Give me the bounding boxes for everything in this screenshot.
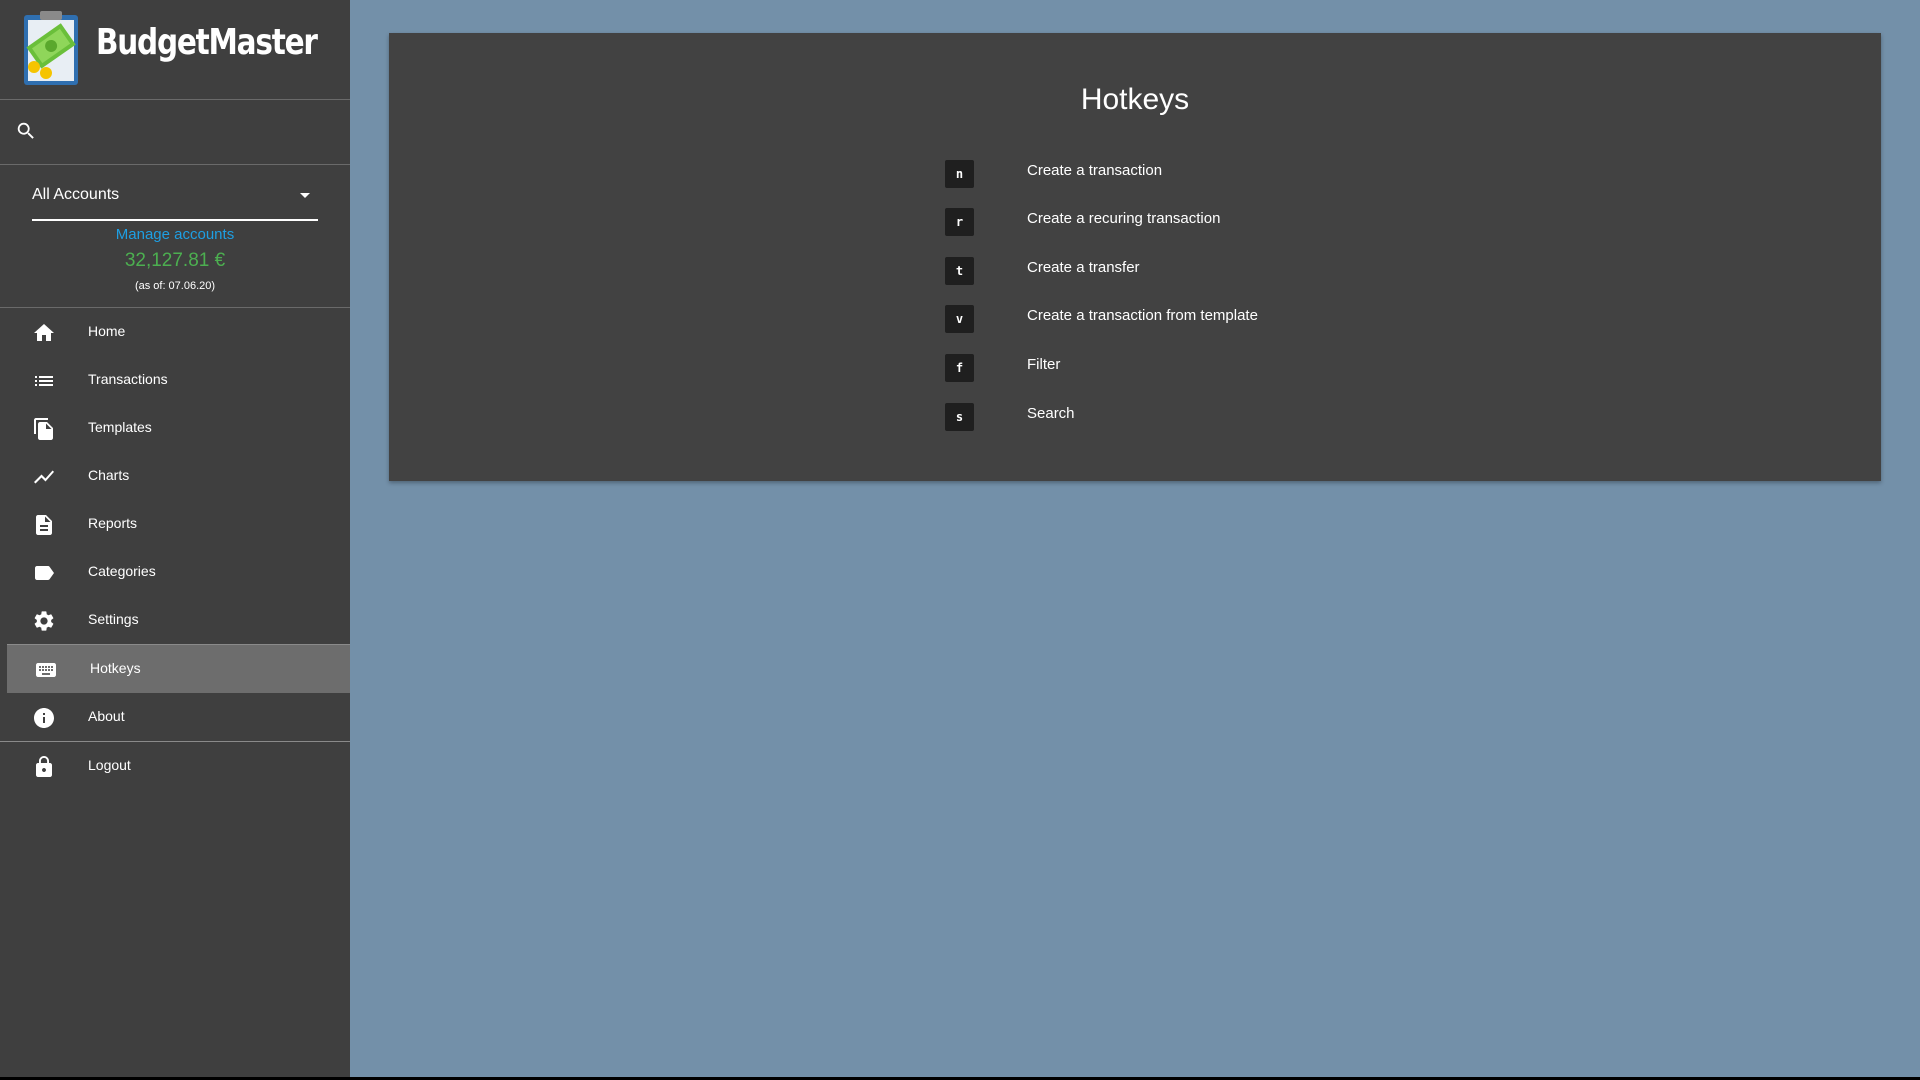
hotkey-key: r (945, 208, 974, 236)
sidebar-item-label: Reports (88, 515, 138, 531)
sidebar-item-transactions[interactable]: Transactions (0, 356, 350, 404)
account-select-value: All Accounts (32, 186, 120, 203)
hotkey-key: v (945, 305, 974, 333)
sidebar-item-label: Hotkeys (90, 660, 141, 676)
account-balance: 32,127.81 € (124, 250, 226, 271)
gear-icon (34, 611, 54, 631)
keyboard-icon (36, 663, 56, 677)
manage-accounts-link[interactable]: Manage accounts (0, 226, 350, 243)
hotkeys-card: Hotkeys n Create a transaction r Create … (389, 33, 1881, 481)
hotkey-key: t (945, 257, 974, 285)
hotkey-description: Filter (1027, 356, 1061, 373)
search-bar (0, 100, 350, 165)
sidebar: BudgetMaster All Accounts Manage account… (0, 0, 350, 1077)
info-icon (34, 708, 54, 728)
hotkey-description: Search (1027, 405, 1075, 422)
page-title: Hotkeys (1080, 83, 1190, 116)
lock-icon (36, 756, 52, 777)
hotkey-description: Create a transfer (1027, 259, 1140, 276)
caret-down-icon (300, 193, 310, 198)
sidebar-item-label: About (88, 708, 125, 724)
sidebar-item-label: Charts (88, 467, 130, 483)
sidebar-item-label: Home (88, 323, 126, 339)
sidebar-item-settings[interactable]: Settings (0, 596, 350, 644)
app-name: BudgetMaster (96, 22, 318, 63)
hotkey-row: f Filter (945, 354, 1545, 384)
balance-date: (as of: 07.06.20) (134, 280, 216, 292)
sidebar-item-about[interactable]: About (0, 693, 350, 741)
sidebar-item-label: Templates (88, 419, 152, 435)
sidebar-item-label: Categories (88, 563, 156, 579)
hotkey-row: r Create a recuring transaction (945, 208, 1545, 238)
sidebar-item-label: Transactions (88, 371, 168, 387)
sidebar-nav: Home Transactions Templates Charts Repor… (0, 308, 350, 790)
hotkey-description: Create a transaction (1027, 162, 1163, 179)
hotkey-row: t Create a transfer (945, 257, 1545, 287)
budgetmaster-logo-icon (24, 11, 78, 85)
sidebar-item-templates[interactable]: Templates (0, 404, 350, 452)
sidebar-item-logout[interactable]: Logout (0, 742, 350, 790)
label-icon (35, 566, 54, 580)
hotkey-row: n Create a transaction (945, 160, 1545, 190)
hotkey-description: Create a transaction from template (1027, 307, 1258, 324)
hotkey-key: f (945, 354, 974, 382)
home-icon (34, 324, 54, 341)
search-icon (17, 122, 34, 139)
sidebar-item-home[interactable]: Home (0, 308, 350, 356)
hotkey-row: v Create a transaction from template (945, 305, 1545, 335)
logo-area: BudgetMaster (0, 0, 350, 100)
chart-line-icon (34, 470, 54, 484)
hotkey-row: s Search (945, 403, 1545, 433)
app-window: BudgetMaster All Accounts Manage account… (0, 0, 1920, 1077)
copy-icon (34, 418, 53, 440)
account-select[interactable]: All Accounts (32, 183, 318, 221)
account-panel: All Accounts Manage accounts 32,127.81 €… (0, 165, 350, 308)
sidebar-item-categories[interactable]: Categories (0, 548, 350, 596)
sidebar-item-label: Logout (88, 757, 131, 773)
hotkey-description: Create a recuring transaction (1027, 210, 1221, 227)
sidebar-item-hotkeys[interactable]: Hotkeys (7, 644, 350, 693)
sidebar-item-label: Settings (88, 611, 139, 627)
search-input[interactable] (48, 112, 342, 154)
document-icon (36, 515, 52, 535)
hotkey-key: s (945, 403, 974, 431)
list-icon (35, 376, 53, 386)
sidebar-item-reports[interactable]: Reports (0, 500, 350, 548)
sidebar-item-charts[interactable]: Charts (0, 452, 350, 500)
hotkey-key: n (945, 160, 974, 188)
